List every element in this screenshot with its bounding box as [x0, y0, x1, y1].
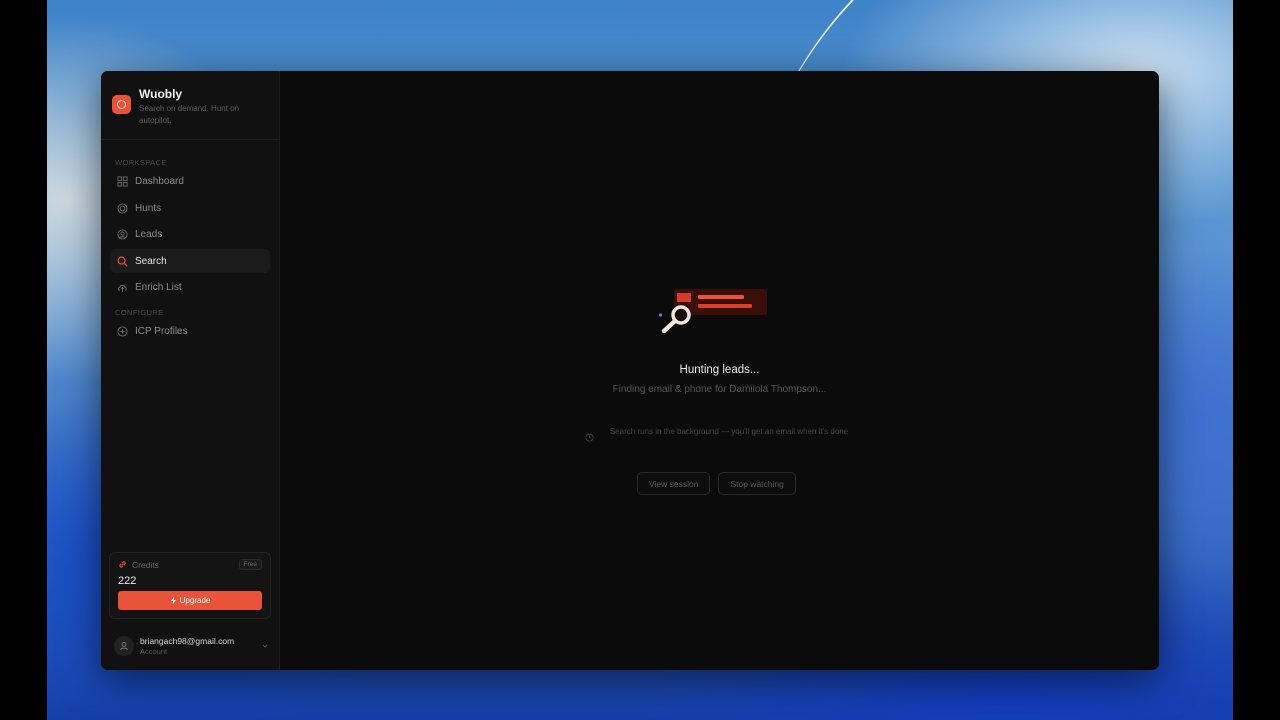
brand-header: Wuobly Search on demand. Hunt on autopil…: [101, 71, 279, 140]
account-email: briangach98@gmail.com: [140, 635, 235, 646]
hunting-illustration: [658, 289, 767, 334]
background-note: Search runs in the background — you'll g…: [585, 426, 855, 442]
app-name: Wuobly: [139, 87, 183, 101]
sidebar-item-hunts[interactable]: Hunts: [110, 196, 270, 220]
account-menu[interactable]: briangach98@gmail.com Account: [114, 634, 269, 658]
view-session-button[interactable]: View session: [637, 472, 711, 495]
sidebar: Wuobly Search on demand. Hunt on autopil…: [101, 71, 280, 670]
workspace-nav: Dashboard Hunts Leads Search Enrich List: [101, 170, 279, 300]
upgrade-label: Upgrade: [179, 596, 211, 605]
search-icon: [117, 256, 128, 267]
lead-card-avatar: [677, 293, 691, 302]
user-icon: [120, 642, 128, 651]
magnifier-icon: [661, 305, 691, 334]
sidebar-item-label: ICP Profiles: [135, 326, 188, 338]
sparkle-icon: [658, 313, 663, 317]
section-label-workspace: WORKSPACE: [115, 158, 167, 167]
status-title: Hunting leads...: [679, 364, 760, 376]
upgrade-button[interactable]: Upgrade: [118, 591, 262, 610]
action-buttons: View session Stop watching: [637, 472, 804, 495]
credits-label: Credits: [132, 559, 159, 570]
plus-circle-icon: [117, 326, 128, 337]
bolt-icon: [170, 597, 176, 604]
target-icon: [117, 203, 128, 214]
app-tagline: Search on demand. Hunt on autopilot.: [139, 104, 240, 125]
sidebar-item-dashboard[interactable]: Dashboard: [110, 170, 270, 194]
sidebar-item-icp-profiles[interactable]: ICP Profiles: [110, 320, 270, 344]
grid-icon: [117, 176, 128, 187]
link-icon: [119, 561, 126, 568]
sidebar-item-label: Leads: [135, 229, 163, 241]
credits-card: Credits Free 222 Upgrade: [109, 552, 271, 619]
account-sub: Account: [140, 646, 168, 656]
stop-watching-button[interactable]: Stop watching: [718, 472, 796, 495]
plan-badge: Free: [238, 559, 262, 570]
background-note-text: Search runs in the background — you'll g…: [609, 427, 849, 436]
sidebar-item-search[interactable]: Search: [110, 249, 270, 274]
section-label-configure: CONFIGURE: [115, 307, 164, 317]
lead-card-line-1: [698, 295, 744, 299]
app-window: Wuobly Search on demand. Hunt on autopil…: [101, 71, 1159, 670]
lead-card-line-2: [698, 304, 752, 308]
sidebar-item-label: Search: [135, 255, 167, 267]
credits-value: 222: [118, 575, 137, 587]
chevron-down-icon: [262, 644, 268, 648]
cloud-upload-icon: [117, 282, 128, 293]
main-content: Hunting leads... Finding email & phone f…: [280, 71, 1159, 670]
sidebar-item-leads[interactable]: Leads: [110, 223, 270, 247]
user-circle-icon: [117, 229, 128, 240]
sidebar-item-label: Hunts: [135, 202, 162, 214]
sidebar-item-label: Enrich List: [135, 282, 182, 294]
brand-logo-icon: [112, 95, 131, 114]
configure-nav: ICP Profiles: [101, 320, 279, 344]
sidebar-item-enrich-list[interactable]: Enrich List: [110, 276, 270, 300]
status-subtitle: Finding email & phone for Damilola Thomp…: [612, 384, 827, 395]
clock-icon: [585, 433, 594, 442]
avatar: [114, 636, 134, 656]
sidebar-item-label: Dashboard: [135, 176, 184, 188]
